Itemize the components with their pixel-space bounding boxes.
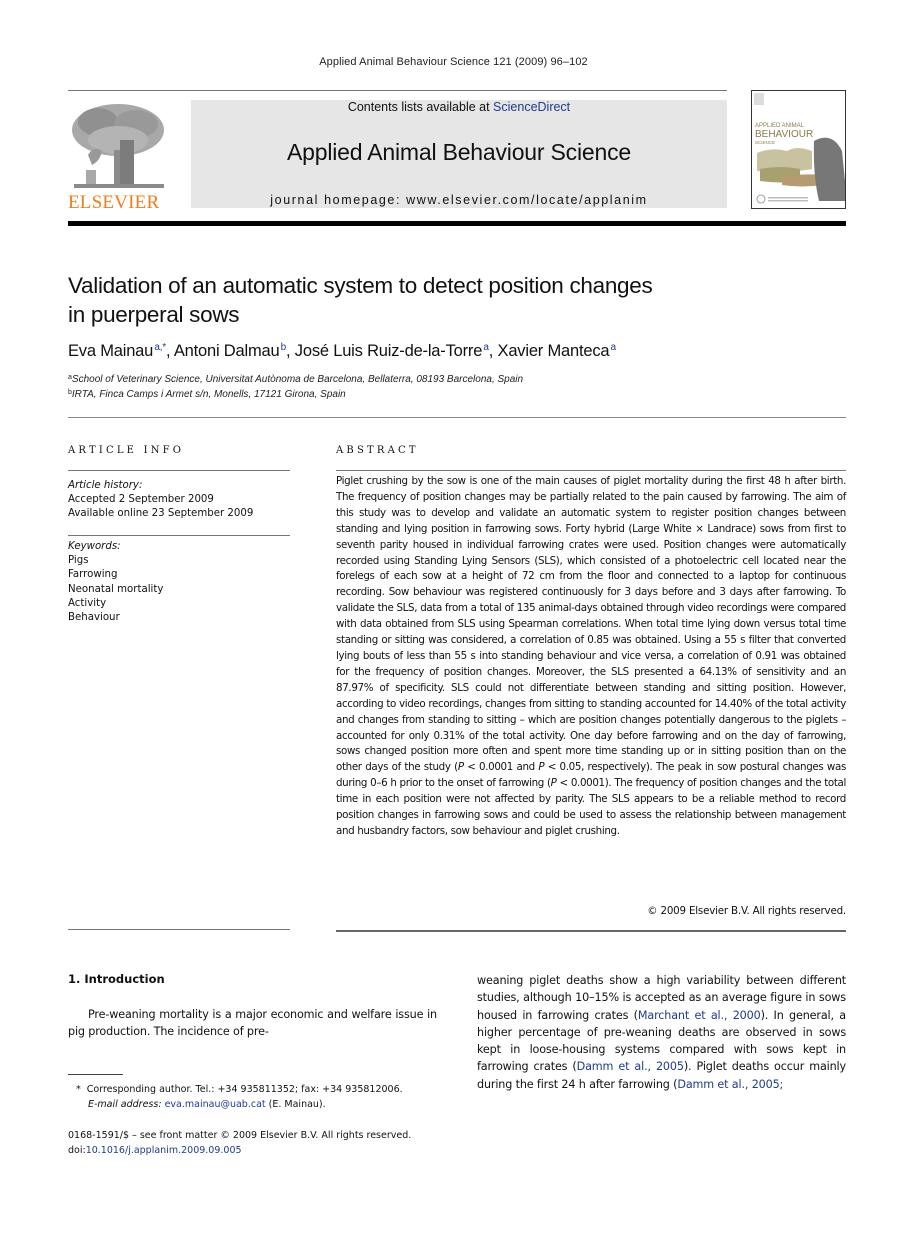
masthead-rule xyxy=(68,221,846,226)
contents-prefix: Contents lists available at xyxy=(347,100,494,114)
citation-link[interactable]: Damm et al., 2005; xyxy=(677,1078,783,1091)
author-affiliation-marker[interactable]: a,* xyxy=(154,342,166,353)
article-info-bottom-rule xyxy=(68,929,290,930)
affiliation: aSchool of Veterinary Science, Universit… xyxy=(68,374,524,385)
cover-title-line: SCIENCE xyxy=(755,140,775,145)
affiliation: bIRTA, Finca Camps i Armet s/n, Monells,… xyxy=(68,389,346,400)
author-affiliation-marker[interactable]: a xyxy=(611,342,617,353)
issn-footnote: 0168-1591/$ – see front matter © 2009 El… xyxy=(68,1130,412,1156)
history-item: Accepted 2 September 2009 xyxy=(68,494,214,506)
cover-image-icon: APPLIED ANIMAL BEHAVIOUR SCIENCE xyxy=(754,93,845,204)
history-item: Available online 23 September 2009 xyxy=(68,508,254,520)
article-info-heading: ARTICLE INFO xyxy=(68,445,185,456)
author-name[interactable]: José Luis Ruiz-de-la-Torre xyxy=(295,342,483,360)
contents-line: Contents lists available at ScienceDirec… xyxy=(191,100,727,114)
keyword-item[interactable]: Neonatal mortality xyxy=(68,583,290,597)
author-name[interactable]: Antoni Dalmau xyxy=(174,342,280,360)
author-list: Eva Mainau a,*, Antoni Dalmau b, José Lu… xyxy=(68,342,617,360)
keyword-item[interactable]: Farrowing xyxy=(68,568,290,582)
body-column-left: Pre-weaning mortality is a major economi… xyxy=(68,1008,437,1039)
citation-link[interactable]: Damm et al., 2005 xyxy=(577,1060,684,1073)
affiliation-rule xyxy=(68,417,846,418)
journal-homepage[interactable]: journal homepage: www.elsevier.com/locat… xyxy=(191,193,727,207)
journal-cover-thumbnail: APPLIED ANIMAL BEHAVIOUR SCIENCE xyxy=(751,90,846,209)
header-rule xyxy=(68,90,727,91)
article-title-line: Validation of an automatic system to det… xyxy=(68,273,653,298)
article-title-line: in puerperal sows xyxy=(68,302,240,327)
abstract-bottom-rule xyxy=(336,930,846,932)
abstract-copyright: © 2009 Elsevier B.V. All rights reserved… xyxy=(647,905,846,917)
article-history-label: Article history: xyxy=(68,480,143,491)
running-head: Applied Animal Behaviour Science 121 (20… xyxy=(319,56,588,68)
tree-icon xyxy=(72,104,164,188)
article-info-rule xyxy=(68,535,290,536)
keyword-item[interactable]: Behaviour xyxy=(68,611,290,625)
abstract-heading: ABSTRACT xyxy=(336,445,419,456)
abstract-text: Piglet crushing by the sow is one of the… xyxy=(336,475,846,837)
article-title: Validation of an automatic system to det… xyxy=(68,271,768,329)
keyword-item[interactable]: Pigs xyxy=(68,554,290,568)
section-heading-introduction: 1. Introduction xyxy=(68,972,165,986)
article-history: Article history: Accepted 2 September 20… xyxy=(68,479,290,522)
keyword-item[interactable]: Activity xyxy=(68,597,290,611)
abstract-rule xyxy=(336,470,846,471)
sciencedirect-link[interactable]: ScienceDirect xyxy=(493,100,570,114)
footnote-marker: * xyxy=(76,1084,81,1095)
elsevier-wordmark: ELSEVIER xyxy=(68,192,160,213)
author-name[interactable]: Xavier Manteca xyxy=(498,342,610,360)
corresponding-author-footnote: * Corresponding author. Tel.: +34 935811… xyxy=(76,1084,403,1110)
email-link[interactable]: eva.mainau@uab.cat xyxy=(165,1099,266,1110)
author-name[interactable]: Eva Mainau xyxy=(68,342,153,360)
doi-link[interactable]: 10.1016/j.applanim.2009.09.005 xyxy=(86,1145,242,1156)
journal-title: Applied Animal Behaviour Science xyxy=(287,139,631,165)
keywords-label: Keywords: xyxy=(68,541,121,552)
citation-link[interactable]: Marchant et al., 2000 xyxy=(638,1009,761,1022)
article-info-rule xyxy=(68,470,290,471)
cover-title-line: BEHAVIOUR xyxy=(755,129,813,140)
keywords: Keywords: Pigs Farrowing Neonatal mortal… xyxy=(68,540,290,625)
footnote-rule xyxy=(68,1074,123,1075)
body-column-right: weaning piglet deaths show a high variab… xyxy=(477,974,846,1091)
